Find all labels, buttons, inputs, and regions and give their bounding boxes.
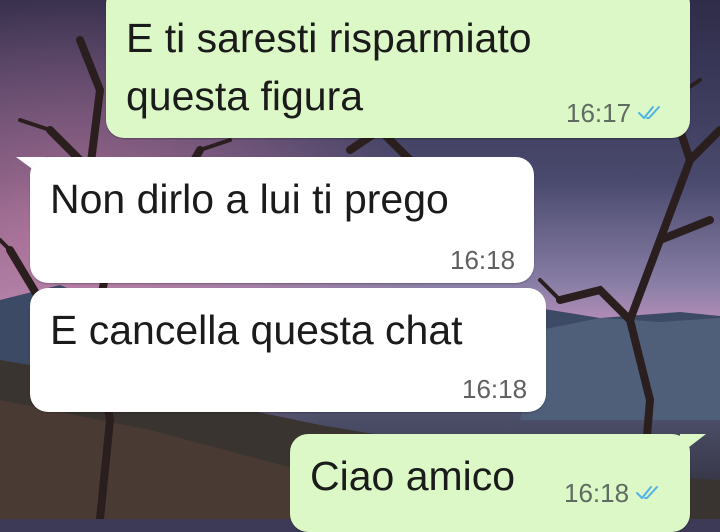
message-text-line: E ti saresti risparmiato [126, 15, 532, 61]
message-meta: 16:18 [462, 374, 527, 404]
message-meta: 16:17 [566, 98, 667, 128]
double-check-read-icon [637, 98, 667, 128]
message-text-line: Ciao amico [310, 453, 516, 499]
message-text-line: questa figura [126, 73, 364, 119]
message-time: 16:17 [566, 98, 632, 128]
double-check-read-icon [635, 478, 665, 508]
message-meta: 16:18 [564, 478, 665, 508]
message-time: 16:18 [450, 245, 516, 275]
message-meta: 16:18 [450, 245, 515, 275]
message-bubble-outgoing[interactable]: Ciao amico 16:18 [290, 434, 690, 532]
bubble-tail [680, 434, 706, 454]
message-text-line: Non dirlo a lui ti prego [50, 176, 449, 222]
message-bubble-incoming[interactable]: Non dirlo a lui ti prego 16:18 [30, 157, 534, 283]
message-bubble-outgoing[interactable]: E ti saresti risparmiato questa figura 1… [106, 0, 690, 138]
message-text-line: E cancella questa chat [50, 307, 463, 353]
message-time: 16:18 [564, 478, 630, 508]
message-time: 16:18 [462, 374, 528, 404]
message-bubble-incoming[interactable]: E cancella questa chat 16:18 [30, 288, 546, 412]
